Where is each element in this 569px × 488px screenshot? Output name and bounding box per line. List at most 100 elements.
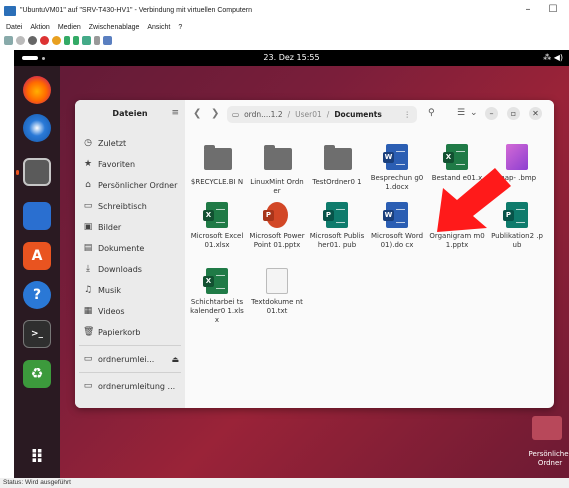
menu-zwischenablage[interactable]: Zwischenablage: [89, 24, 140, 31]
start-icon[interactable]: [16, 36, 25, 45]
drive-path-icon: ▭: [232, 110, 240, 119]
drive-icon: ▭: [83, 381, 93, 391]
sidebar-item-schreibtisch[interactable]: ▭ Schreibtisch: [83, 201, 147, 211]
file-item[interactable]: W Besprechun g01.docx: [369, 144, 425, 192]
desktop-home-folder-icon[interactable]: [532, 416, 562, 440]
path-segment-root[interactable]: ordn....1.2: [244, 110, 283, 119]
path-menu-icon[interactable]: ⋮: [404, 110, 412, 119]
enhanced-session-icon[interactable]: [103, 36, 112, 45]
file-item[interactable]: P Microsoft PowerPoint 01.pptx: [249, 202, 305, 250]
excel-spreadsheet-icon: X: [203, 202, 230, 228]
path-segment-user[interactable]: User01: [295, 110, 322, 119]
resume-icon[interactable]: [73, 36, 79, 45]
thunderbird-icon[interactable]: [23, 114, 51, 142]
file-item[interactable]: X Microsoft Excel01.xlsx: [189, 202, 245, 250]
music-icon: ♫: [83, 285, 93, 295]
home-icon: ⌂: [85, 180, 91, 190]
menu-medien[interactable]: Medien: [58, 24, 81, 31]
active-indicator: [16, 170, 19, 175]
image-icon: ▣: [83, 222, 93, 232]
drive-label: ordnerumlei...: [98, 354, 155, 364]
file-item[interactable]: $RECYCLE.BI N: [189, 144, 245, 187]
desktop-home-label[interactable]: Persönlicher Ordner: [520, 450, 569, 468]
clock[interactable]: 23. Dez 15:55: [14, 53, 569, 62]
folder-icon: [264, 145, 292, 174]
sidebar-drive-2[interactable]: ▭ ordnerumleitung ...: [83, 381, 175, 391]
sidebar-item-musik[interactable]: ♫ Musik: [83, 285, 121, 295]
dock: A ? >_ ♻ ⠿: [14, 66, 60, 478]
file-item[interactable]: TestOrdner0 1: [309, 144, 365, 187]
sidebar-item-papierkorb[interactable]: 🗑 Papierkorb: [83, 327, 141, 337]
sidebar-item-favoriten[interactable]: ★ Favoriten: [83, 159, 135, 169]
desktop-icon: ▭: [83, 201, 93, 211]
sidebar-item-bilder[interactable]: ▣ Bilder: [83, 222, 122, 232]
sidebar-item-zuletzt[interactable]: ◷ Zuletzt: [83, 138, 126, 148]
menu-aktion[interactable]: Aktion: [30, 24, 49, 31]
files-window: Dateien ≡ ◷ Zuletzt ★ Favoriten ⌂ Persön…: [75, 100, 554, 408]
sidebar-item-label: Persönlicher Ordner: [98, 180, 178, 190]
file-item[interactable]: LinuxMint Ordner: [249, 144, 305, 196]
sidebar-item-dokumente[interactable]: ▤ Dokumente: [83, 243, 145, 253]
file-item[interactable]: X Schichtarbei tskalender0 1.xlsx: [189, 268, 245, 325]
ctrl-alt-del-icon[interactable]: [4, 36, 13, 45]
sidebar-item-label: Videos: [98, 306, 125, 316]
revert-icon[interactable]: [94, 36, 100, 45]
menu-datei[interactable]: Datei: [6, 24, 22, 31]
red-arrow-annotation: [437, 168, 511, 232]
sidebar-item-label: Favoriten: [98, 159, 136, 169]
file-item[interactable]: Textdokume nt01.txt: [249, 268, 305, 316]
terminal-icon[interactable]: >_: [23, 320, 51, 348]
file-item[interactable]: W Microsoft Word01).do cx: [369, 202, 425, 250]
path-bar[interactable]: ▭ ordn....1.2 / User01 / Documents ⋮: [227, 106, 417, 123]
hyperv-icon: [4, 5, 16, 16]
system-menu-icons[interactable]: ⁂ ◀): [543, 53, 563, 62]
shutdown-icon[interactable]: [40, 36, 49, 45]
search-icon[interactable]: ⚲: [428, 108, 435, 118]
excel-spreadsheet-icon: X: [203, 268, 230, 294]
checkpoint-icon[interactable]: [82, 36, 91, 45]
recycle-bin-icon[interactable]: ♻: [23, 360, 51, 388]
eject-icon[interactable]: ⏏: [171, 355, 179, 364]
files-sidebar: Dateien ≡ ◷ Zuletzt ★ Favoriten ⌂ Persön…: [75, 100, 185, 408]
file-name: TestOrdner0 1: [312, 178, 362, 186]
file-name: Microsoft Word01).do cx: [370, 232, 424, 249]
video-icon: ▦: [83, 306, 93, 316]
pause-icon[interactable]: [64, 36, 70, 45]
minimize-window-button[interactable]: –: [485, 107, 498, 120]
maximize-window-button[interactable]: ▫: [507, 107, 520, 120]
list-view-icon[interactable]: ☰: [457, 108, 465, 118]
back-button[interactable]: ❮: [193, 108, 201, 119]
sidebar-drive-1[interactable]: ▭ ordnerumlei... ⏏: [83, 354, 179, 364]
sidebar-item-downloads[interactable]: ⤓ Downloads: [83, 264, 142, 274]
show-apps-icon[interactable]: ⠿: [23, 443, 51, 471]
host-toolbar: [0, 33, 569, 48]
forward-button[interactable]: ❯: [211, 108, 219, 119]
power-icon[interactable]: [52, 36, 61, 45]
writer-icon[interactable]: [23, 202, 51, 230]
help-icon[interactable]: ?: [23, 281, 51, 309]
path-separator: /: [287, 110, 291, 119]
files-icon[interactable]: [23, 158, 51, 186]
file-name: Organigram m01.pptx: [429, 232, 485, 249]
path-segment-current[interactable]: Documents: [334, 110, 381, 119]
menu-ansicht[interactable]: Ansicht: [147, 24, 170, 31]
menu-help[interactable]: ?: [178, 24, 182, 31]
sidebar-item-home[interactable]: ⌂ Persönlicher Ordner: [83, 180, 177, 190]
file-name: LinuxMint Ordner: [250, 178, 304, 195]
view-options-chevron-icon[interactable]: ⌄: [470, 108, 478, 118]
firefox-icon[interactable]: [23, 76, 51, 104]
close-window-button[interactable]: ✕: [529, 107, 542, 120]
file-item[interactable]: P Microsoft Publisher01. pub: [309, 202, 365, 250]
sidebar-divider: [79, 345, 181, 346]
file-name: Microsoft Publisher01. pub: [309, 232, 365, 249]
hamburger-menu-icon[interactable]: ≡: [171, 108, 179, 118]
turn-off-icon[interactable]: [28, 36, 37, 45]
folder-icon: [324, 145, 352, 174]
maximize-button[interactable]: ☐: [543, 4, 563, 16]
sidebar-item-videos[interactable]: ▦ Videos: [83, 306, 125, 316]
sidebar-item-label: Zuletzt: [98, 138, 127, 148]
sidebar-header: Dateien ≡: [75, 100, 185, 128]
folder-icon: [204, 145, 232, 174]
app-center-icon[interactable]: A: [23, 242, 51, 270]
minimize-button[interactable]: –: [518, 4, 538, 16]
